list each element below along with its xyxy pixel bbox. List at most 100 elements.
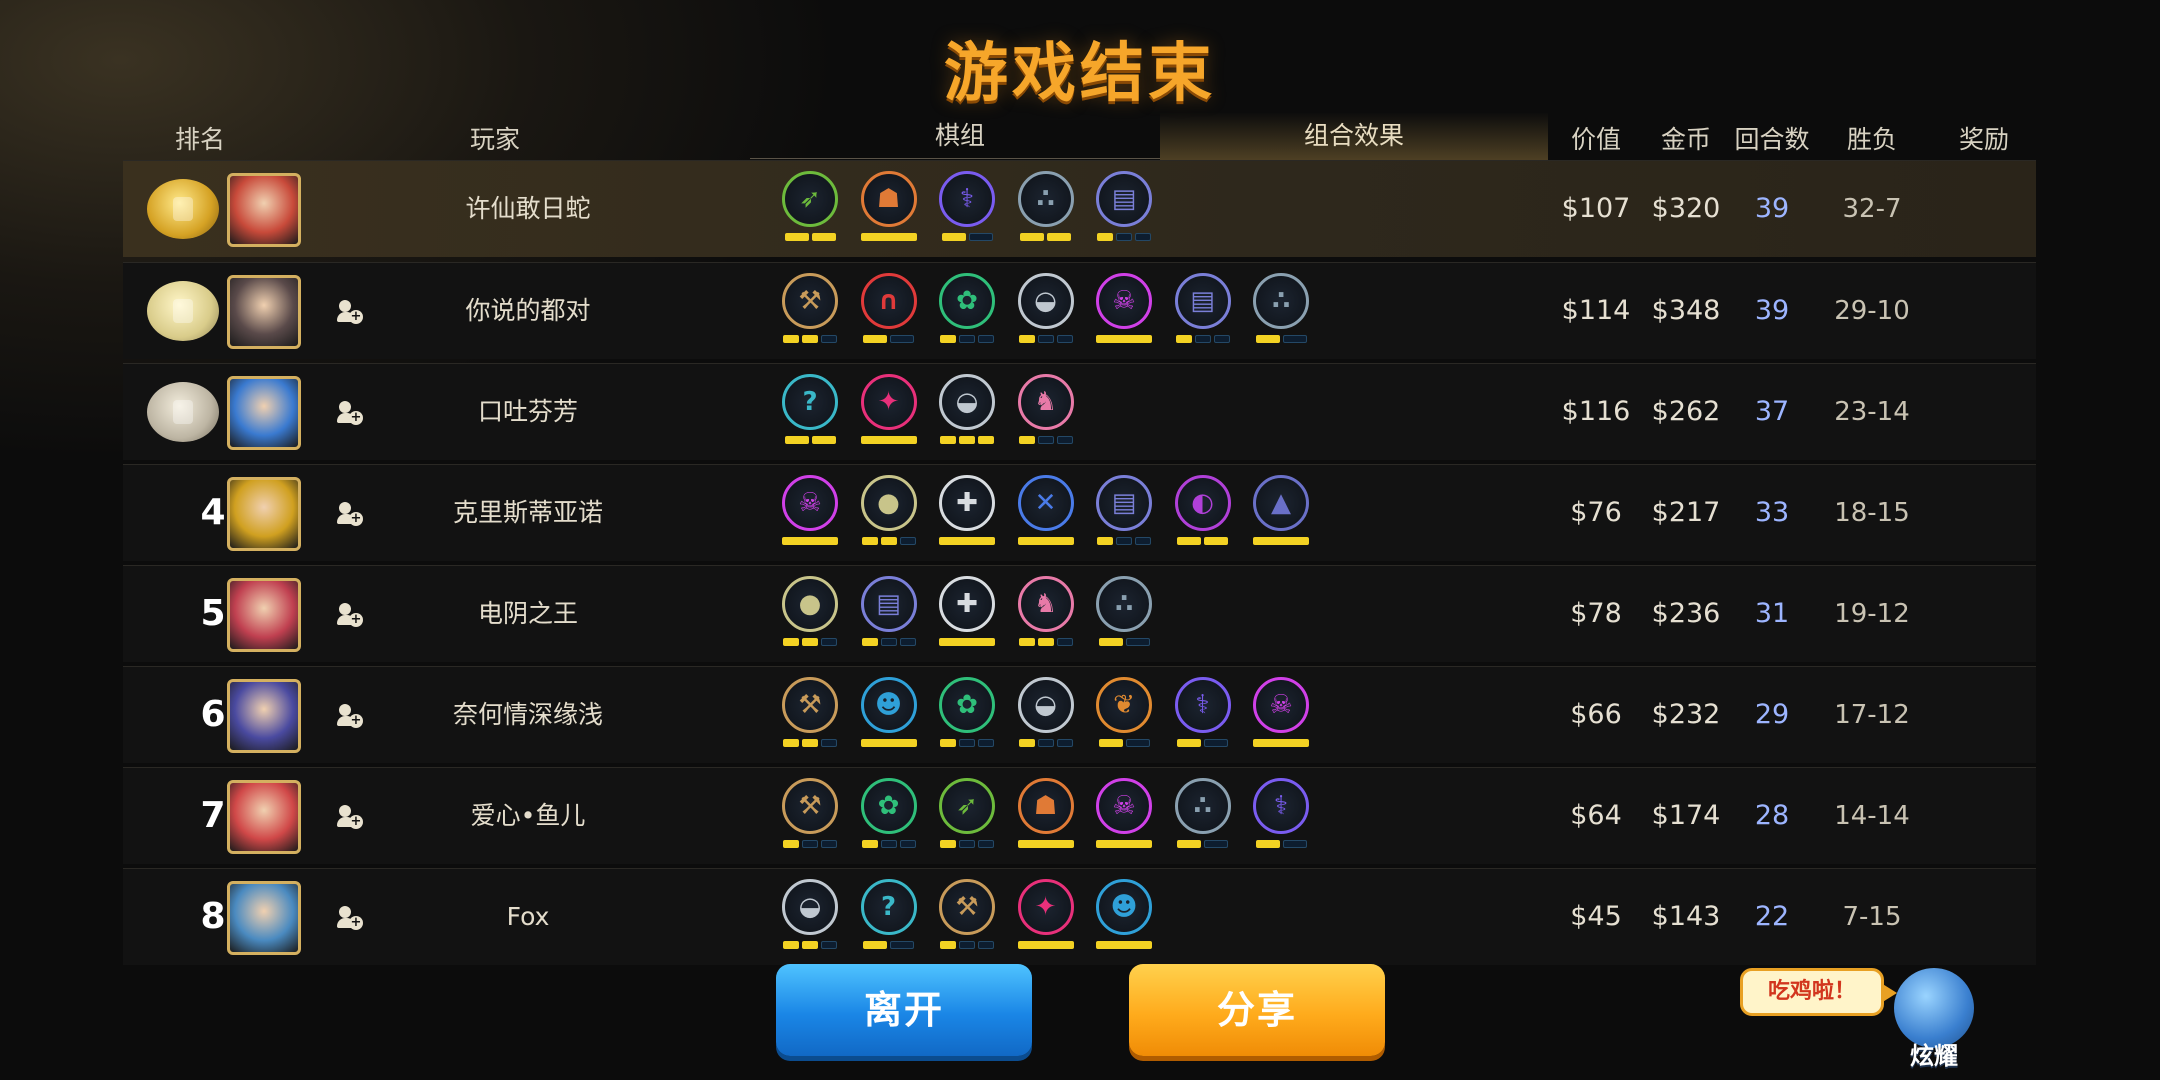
add-friend-icon[interactable]: + — [337, 401, 363, 425]
pip-active — [1037, 638, 1054, 646]
pip-active — [1255, 335, 1280, 343]
synergy-trait[interactable]: ⚕ — [1170, 675, 1236, 755]
synergy-trait[interactable]: ∴ — [1248, 271, 1314, 351]
player-avatar[interactable] — [227, 881, 301, 955]
synergy-trait[interactable]: ☠ — [1091, 776, 1157, 856]
synergy-trait[interactable]: ◒ — [777, 877, 843, 957]
synergy-trait[interactable]: ◒ — [934, 372, 1000, 452]
synergy-trait[interactable]: ▤ — [1091, 169, 1157, 249]
add-friend-icon[interactable]: + — [337, 603, 363, 627]
pip-inactive — [1282, 840, 1307, 848]
synergy-trait[interactable]: ♞ — [1013, 574, 1079, 654]
player-avatar[interactable] — [227, 376, 301, 450]
synergy-trait[interactable]: ➶ — [934, 776, 1000, 856]
add-friend-icon[interactable]: + — [337, 502, 363, 526]
synergy-level-pips — [856, 739, 922, 749]
leave-button[interactable]: 离开 — [776, 964, 1032, 1056]
pip-active — [861, 638, 878, 646]
synergy-trait[interactable]: ✚ — [934, 574, 1000, 654]
synergy-trait[interactable]: ☻ — [1091, 877, 1157, 957]
table-row: + 口吐芬芳? ✦ ◒ ♞ $116 $262 37 23-14 — [123, 363, 2036, 460]
player-name: 奈何情深缘浅 — [452, 700, 603, 729]
pip-inactive — [1135, 233, 1151, 241]
celebration-bubble: 吃鸡啦！ — [1740, 968, 1897, 1016]
synergy-trait[interactable]: ◐ — [1170, 473, 1236, 553]
player-rounds: 33 — [1754, 497, 1790, 528]
synergy-trait[interactable]: ▤ — [1170, 271, 1236, 351]
pip-active — [1096, 840, 1152, 848]
player-avatar[interactable] — [227, 173, 301, 247]
share-button[interactable]: 分享 — [1129, 964, 1385, 1056]
synergy-trait[interactable]: ? — [856, 877, 922, 957]
synergy-level-pips — [934, 436, 1000, 446]
player-avatar[interactable] — [227, 578, 301, 652]
synergy-trait[interactable]: ∩ — [856, 271, 922, 351]
synergy-trait[interactable]: ✚ — [934, 473, 1000, 553]
pip-active — [1177, 739, 1201, 747]
synergy-trait[interactable]: ◒ — [1013, 271, 1079, 351]
knight-horse-icon: ♞ — [1017, 576, 1074, 632]
synergy-trait[interactable]: ● — [856, 473, 922, 553]
synergy-trait[interactable]: ☗ — [856, 169, 922, 249]
synergy-level-pips — [934, 941, 1000, 951]
synergy-level-pips — [934, 335, 1000, 345]
synergy-trait[interactable]: ☻ — [856, 675, 922, 755]
synergy-trait[interactable]: ➶ — [777, 169, 843, 249]
synergy-trait[interactable]: ⚕ — [934, 169, 1000, 249]
synergy-trait[interactable]: ⚕ — [1248, 776, 1314, 856]
synergy-trait[interactable]: ☠ — [1248, 675, 1314, 755]
synergy-level-pips — [1091, 840, 1157, 850]
pip-inactive — [959, 335, 975, 343]
synergy-trait[interactable]: ✦ — [1013, 877, 1079, 957]
synergy-trait[interactable]: ? — [777, 372, 843, 452]
synergy-trait[interactable]: ♞ — [1013, 372, 1079, 452]
pip-inactive — [821, 739, 837, 747]
synergy-trait[interactable]: ❦ — [1091, 675, 1157, 755]
synergy-trait[interactable]: ☠ — [777, 473, 843, 553]
synergy-trait[interactable]: ∴ — [1091, 574, 1157, 654]
add-friend-icon[interactable]: + — [337, 300, 363, 324]
player-avatar[interactable] — [227, 477, 301, 551]
player-avatar[interactable] — [227, 275, 301, 349]
player-name: 口吐芬芳 — [477, 397, 578, 426]
tab-synergy[interactable]: 组合效果 — [1160, 112, 1548, 162]
synergy-trait[interactable]: ☠ — [1091, 271, 1157, 351]
player-avatar[interactable] — [227, 679, 301, 753]
synergy-trait[interactable]: ✕ — [1013, 473, 1079, 553]
spellbook-icon: ▤ — [1096, 171, 1152, 227]
synergy-trait[interactable]: ▲ — [1248, 473, 1314, 553]
synergy-trait[interactable]: ✿ — [934, 675, 1000, 755]
header-rank: 排名 — [174, 125, 225, 154]
synergy-trait[interactable]: ● — [777, 574, 843, 654]
pip-inactive — [1125, 638, 1150, 646]
player-gold: $217 — [1651, 497, 1721, 528]
synergy-trait[interactable]: ⚒ — [777, 271, 843, 351]
add-friend-icon[interactable]: + — [337, 906, 363, 930]
synergy-trait[interactable]: ⚒ — [934, 877, 1000, 957]
synergy-trait[interactable]: ✦ — [856, 372, 922, 452]
synergy-trait[interactable]: ✿ — [856, 776, 922, 856]
synergy-trait[interactable]: ⚒ — [777, 776, 843, 856]
pip-active — [940, 840, 956, 848]
synergy-trait[interactable]: ✿ — [934, 271, 1000, 351]
synergy-trait[interactable]: ◒ — [1013, 675, 1079, 755]
pip-active — [959, 436, 975, 444]
show-off-label[interactable]: 炫耀 — [1894, 1036, 1974, 1071]
synergy-trait[interactable]: ☗ — [1013, 776, 1079, 856]
add-friend-icon[interactable]: + — [337, 805, 363, 829]
synergy-trait[interactable]: ⚒ — [777, 675, 843, 755]
add-friend-icon[interactable]: + — [337, 704, 363, 728]
pip-active — [802, 941, 818, 949]
pip-active — [1204, 537, 1228, 545]
synergy-trait[interactable]: ▤ — [856, 574, 922, 654]
synergy-trait[interactable]: ∴ — [1013, 169, 1079, 249]
synergy-level-pips — [1248, 537, 1314, 547]
pip-active — [1096, 335, 1152, 343]
player-name: Fox — [506, 902, 550, 931]
pip-active — [1097, 537, 1113, 545]
synergy-trait[interactable]: ▤ — [1091, 473, 1157, 553]
player-avatar[interactable] — [227, 780, 301, 854]
pip-inactive — [1282, 335, 1307, 343]
synergy-trait[interactable]: ∴ — [1170, 776, 1236, 856]
header-winloss: 胜负 — [1846, 125, 1897, 154]
